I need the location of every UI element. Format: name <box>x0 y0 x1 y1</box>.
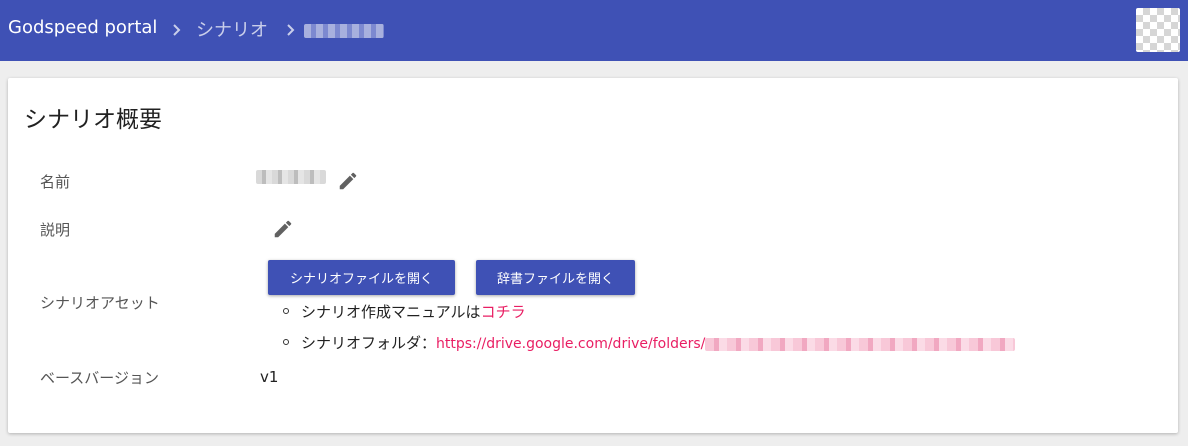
scenario-overview-card: シナリオ概要 名前 説明 シナリオアセット シナリオファイルを開く 辞書ファイル… <box>8 78 1178 433</box>
brand-title[interactable]: Godspeed portal <box>8 17 157 38</box>
breadcrumb-scenario[interactable]: シナリオ <box>196 16 268 42</box>
folder-link[interactable]: https://drive.google.com/drive/folders/ <box>436 336 1016 352</box>
assets-label: シナリオアセット <box>40 294 160 312</box>
chevron-right-icon <box>173 24 181 36</box>
folder-text: シナリオフォルダ： <box>301 334 437 352</box>
card-title: シナリオ概要 <box>24 107 162 133</box>
breadcrumb-redacted-scenario <box>304 24 384 38</box>
folder-link-redacted <box>705 337 1016 351</box>
description-label: 説明 <box>40 221 71 239</box>
manual-bullet: シナリオ作成マニュアルはコチラ <box>301 301 526 322</box>
edit-description-icon[interactable] <box>272 218 294 240</box>
manual-link[interactable]: コチラ <box>481 303 526 321</box>
manual-text: シナリオ作成マニュアルは <box>301 303 481 321</box>
folder-bullet: シナリオフォルダ：https://drive.google.com/drive/… <box>301 332 1016 353</box>
name-label: 名前 <box>40 173 71 191</box>
base-version-value: v1 <box>260 368 279 386</box>
chevron-right-icon <box>287 24 295 36</box>
avatar[interactable] <box>1136 8 1180 52</box>
base-version-label: ベースバージョン <box>40 369 159 387</box>
name-value-redacted <box>256 170 326 184</box>
app-bar: Godspeed portal シナリオ <box>0 0 1188 61</box>
open-dictionary-file-button[interactable]: 辞書ファイルを開く <box>476 260 635 295</box>
bullet-icon <box>283 308 289 314</box>
bullet-icon <box>283 339 289 345</box>
folder-link-text: https://drive.google.com/drive/folders/ <box>436 336 706 352</box>
edit-name-icon[interactable] <box>337 170 359 192</box>
open-scenario-file-button[interactable]: シナリオファイルを開く <box>268 260 455 295</box>
